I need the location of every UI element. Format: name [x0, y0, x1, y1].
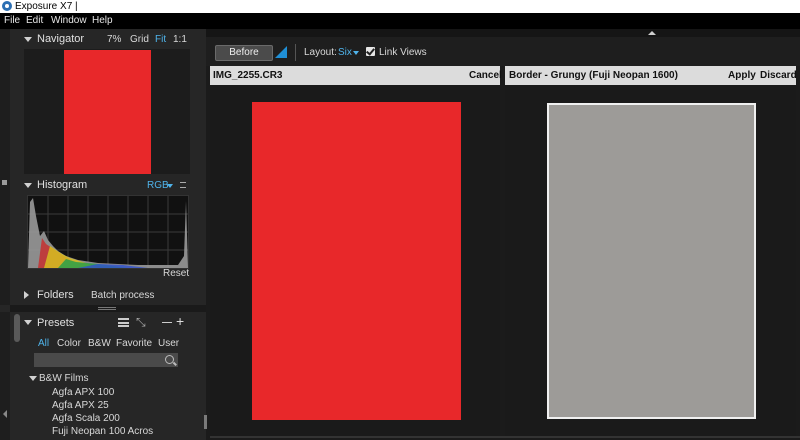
navigator-title: Navigator [37, 33, 85, 45]
preset-item[interactable]: Fuji Neopan 100 Acros [52, 426, 153, 437]
left-view-filename: IMG_2255.CR3 [213, 70, 283, 81]
menu-bar: File Edit Window Help [0, 13, 800, 29]
navigator-zoom: 7% [107, 34, 122, 45]
preset-tab-favorite[interactable]: Favorite [116, 338, 152, 349]
scroll-left-icon[interactable] [3, 410, 7, 418]
collapse-top-icon[interactable] [648, 31, 656, 35]
navigator-fit-button[interactable]: Fit [155, 34, 166, 45]
link-views-checkbox[interactable] [366, 46, 375, 56]
presets-title: Presets [37, 317, 75, 329]
collapse-left-handle[interactable] [2, 180, 7, 185]
window-title: Exposure X7 | [15, 1, 78, 12]
menu-edit[interactable]: Edit [26, 13, 43, 29]
right-view-discard-button[interactable]: Discard [760, 66, 797, 85]
list-view-icon[interactable] [118, 318, 129, 327]
folders-title: Folders [37, 289, 74, 301]
collapse-all-icon[interactable]: ⤡ [136, 315, 146, 330]
layout-chevron-down-icon[interactable] [353, 51, 359, 55]
before-after-split-icon[interactable] [275, 46, 287, 58]
navigator-preview[interactable] [24, 49, 190, 174]
histogram-collapse-icon[interactable] [24, 183, 32, 188]
left-edge-strip-lower [0, 312, 10, 440]
preset-item[interactable]: Agfa APX 100 [52, 387, 114, 398]
grip-line [98, 309, 116, 310]
panel-divider[interactable] [10, 305, 206, 312]
add-preset-icon[interactable]: + [176, 313, 184, 329]
right-view-preset-name: Border - Grungy (Fuji Neopan 1600) [509, 70, 678, 81]
preset-group-bw-films[interactable]: B&W Films [39, 373, 88, 384]
bw-films-collapse-icon[interactable] [29, 376, 37, 381]
check-icon [366, 46, 375, 56]
batch-process-button[interactable]: Batch process [91, 290, 154, 301]
left-view-image [252, 102, 461, 420]
histogram-title: Histogram [37, 179, 88, 191]
histogram-svg [28, 196, 188, 268]
navigator-thumbnail [64, 50, 151, 174]
left-view-canvas[interactable] [210, 85, 500, 437]
histogram-channel-select[interactable]: RGB [147, 180, 169, 191]
presets-search-input[interactable] [34, 353, 178, 367]
folders-expand-icon[interactable] [24, 291, 29, 299]
app-logo-icon [2, 1, 12, 11]
right-view-image [547, 103, 756, 419]
presets-scrollbar[interactable] [14, 314, 20, 342]
preset-item[interactable]: Agfa Scala 200 [52, 413, 120, 424]
left-view-header: IMG_2255.CR3 Cancel [210, 66, 502, 85]
before-button[interactable]: Before [215, 45, 273, 61]
bottom-edge [210, 436, 800, 438]
navigator-grid-button[interactable]: Grid [130, 34, 149, 45]
right-view-canvas[interactable] [505, 85, 796, 437]
layout-label: Layout: [304, 47, 337, 58]
histogram-reset-button[interactable]: Reset [163, 268, 189, 279]
navigator-1to1-button[interactable]: 1:1 [173, 34, 187, 45]
left-edge-strip [0, 29, 10, 305]
grip-line [98, 307, 116, 308]
right-view-apply-button[interactable]: Apply [728, 66, 756, 85]
preset-tab-user[interactable]: User [158, 338, 179, 349]
toolbar-divider [295, 44, 296, 61]
channel-chevron-down-icon[interactable] [167, 184, 173, 188]
left-view-cancel-button[interactable]: Cancel [469, 66, 502, 85]
link-views-label: Link Views [379, 47, 427, 58]
histogram-graph [27, 195, 189, 269]
right-view-header: Border - Grungy (Fuji Neopan 1600) Apply… [505, 66, 797, 85]
histogram-menu-icon[interactable] [180, 182, 186, 188]
title-bar: Exposure X7 | [0, 0, 800, 13]
panel-splitter-icon[interactable] [204, 415, 207, 429]
preset-tab-color[interactable]: Color [57, 338, 81, 349]
preset-item[interactable]: Agfa APX 25 [52, 400, 109, 411]
preset-tab-bw[interactable]: B&W [88, 338, 111, 349]
layout-select[interactable]: Six [338, 47, 352, 58]
remove-preset-icon[interactable] [162, 322, 172, 323]
presets-collapse-icon[interactable] [24, 320, 32, 325]
navigator-collapse-icon[interactable] [24, 37, 32, 42]
menu-window[interactable]: Window [51, 13, 87, 29]
top-strip [206, 29, 800, 37]
menu-file[interactable]: File [4, 13, 20, 29]
preset-tab-all[interactable]: All [38, 338, 49, 349]
menu-help[interactable]: Help [92, 13, 113, 29]
